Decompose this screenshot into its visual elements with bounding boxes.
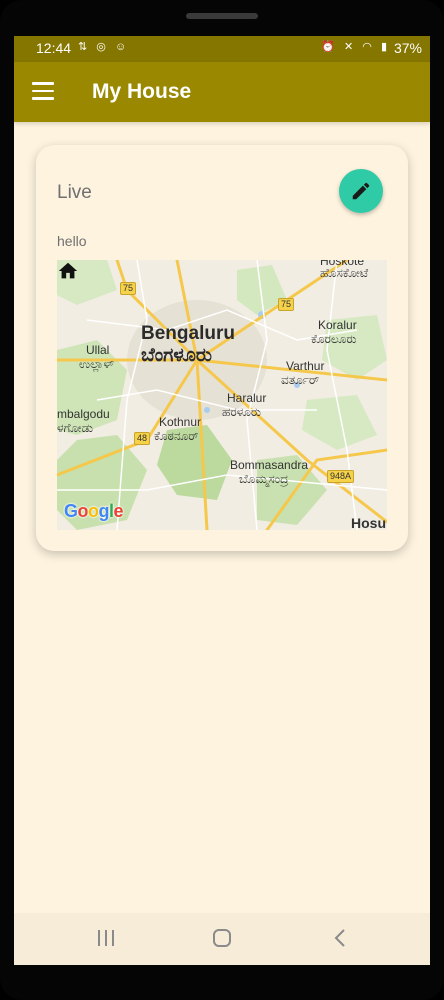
system-icons: ⏰ ✕ ◠ ▮ <box>321 40 390 53</box>
map-tiles <box>57 260 387 530</box>
phone-frame: 12:44 ⇅ ◎ ☺ ⏰ ✕ ◠ ▮ 37% My House Live he… <box>0 0 444 1000</box>
highway-shield: 48 <box>134 432 151 445</box>
map-label-bengaluru-kn: ಬೆಂಗಳೂರು <box>141 345 212 366</box>
status-bar: 12:44 ⇅ ◎ ☺ ⏰ ✕ ◠ ▮ 37% <box>14 36 430 62</box>
status-time: 12:44 <box>36 40 72 56</box>
map-label-bengaluru: Bengaluru <box>141 323 235 344</box>
map-label-haralur: Haralur <box>227 391 267 405</box>
map-label-kothnur-kn: ಕೊಠನೂರ್ <box>154 429 199 443</box>
app-bar: My House <box>14 62 430 122</box>
hamburger-menu-icon[interactable] <box>32 82 54 100</box>
wifi-icon: ◠ <box>362 41 375 53</box>
map-label-haralur-kn: ಹರಳೂರು <box>222 405 262 419</box>
back-icon[interactable] <box>330 927 350 949</box>
data-speed-icon: ⇅ <box>78 41 91 53</box>
map-label-bommasandra: Bommasandra <box>230 458 309 472</box>
screen: 12:44 ⇅ ◎ ☺ ⏰ ✕ ◠ ▮ 37% My House Live he… <box>14 36 430 965</box>
map-label-ullal: Ullal <box>86 343 110 357</box>
edit-button[interactable] <box>339 169 383 213</box>
alarm-icon: ⏰ <box>321 41 338 53</box>
highway-shield: 75 <box>120 282 137 295</box>
map-label-koralur-kn: ಕೊರಲೂರು <box>311 332 357 346</box>
map-label-varthur-kn: ವರ್ತೂರ್ <box>281 373 320 387</box>
map-label-bommasandra-kn: ಬೊಮ್ಮಸಂದ್ರ <box>239 472 289 486</box>
home-icon[interactable] <box>57 260 79 282</box>
map-label-koralur: Koralur <box>318 318 357 332</box>
battery-level: 37% <box>393 40 422 56</box>
map-label-kumbalgodu-kn: ಳಗೋಡು <box>57 421 94 435</box>
map-label-kothnur: Kothnur <box>159 415 202 429</box>
map-label-varthur: Varthur <box>286 359 325 373</box>
instagram-icon: ◎ <box>96 41 109 53</box>
house-card[interactable]: Live hello Hoskote ಹೊಸಕೋಟೆ Bengaluru ಬೆಂ… <box>36 145 408 551</box>
map-label-hosur: Hosu <box>351 515 386 530</box>
map-view[interactable]: Hoskote ಹೊಸಕೋಟೆ Bengaluru ಬೆಂಗಳೂರು Koral… <box>57 260 387 530</box>
snapchat-icon: ☺ <box>114 41 130 53</box>
home-nav-icon[interactable] <box>212 927 232 949</box>
map-label-kumbalgodu: mbalgodu <box>57 407 110 421</box>
google-logo: Google <box>64 501 124 521</box>
highway-shield: 75 <box>278 298 295 311</box>
highway-shield: 948A <box>327 470 355 483</box>
page-title: My House <box>92 80 192 103</box>
notification-icons: ⇅ ◎ ☺ <box>78 40 129 53</box>
mute-icon: ✕ <box>343 41 357 53</box>
recents-icon[interactable] <box>96 927 116 949</box>
signal-icon: ▮ <box>380 41 390 53</box>
status-label: Live <box>57 182 92 203</box>
map-label-ullal-kn: ಉಲ್ಲಾಳ್ <box>79 357 114 371</box>
map-label-hoskote-kn: ಹೊಸಕೋಟೆ <box>320 266 369 280</box>
pencil-icon <box>352 182 370 200</box>
system-nav-bar <box>14 913 430 965</box>
note-text: hello <box>57 233 87 249</box>
earpiece <box>186 13 258 19</box>
